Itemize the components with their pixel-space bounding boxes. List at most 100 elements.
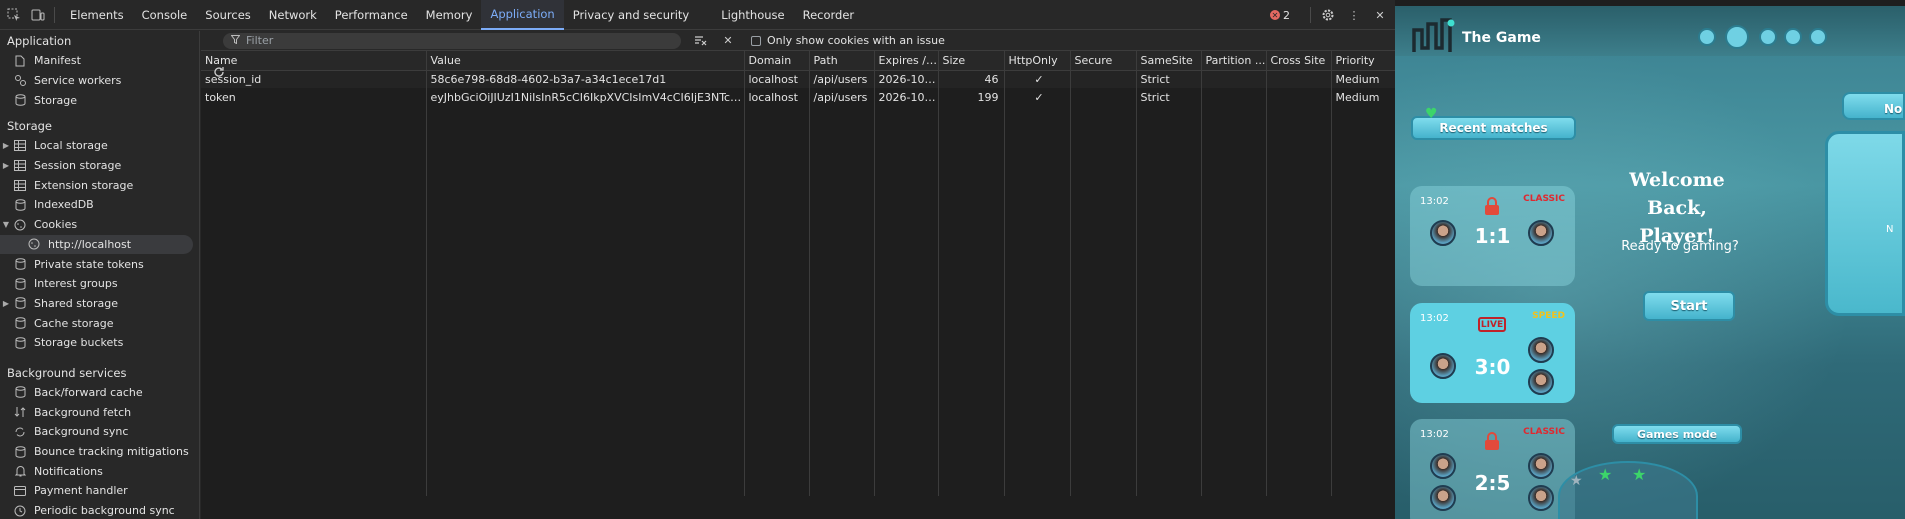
sidebar-item-session-storage[interactable]: ▶ Session storage bbox=[0, 156, 199, 176]
cookie-cell[interactable]: Medium bbox=[1331, 70, 1396, 88]
cookie-cell[interactable] bbox=[1266, 70, 1332, 88]
toolbar-divider bbox=[54, 6, 55, 23]
cookie-cell[interactable]: Strict bbox=[1136, 88, 1202, 106]
sidebar-item-cookie-origin[interactable]: http://localhost bbox=[0, 234, 193, 255]
cookie-cell[interactable]: Strict bbox=[1136, 70, 1202, 88]
tab-sources[interactable]: Sources bbox=[196, 0, 260, 30]
cookie-cell[interactable]: 2026-10-... bbox=[874, 70, 939, 88]
devtools-panel: Elements Console Sources Network Perform… bbox=[0, 0, 1396, 519]
cookie-cell[interactable]: ✓ bbox=[1004, 88, 1071, 106]
tab-application[interactable]: Application bbox=[481, 0, 564, 30]
cookie-cell[interactable] bbox=[1266, 88, 1332, 106]
more-options-icon[interactable]: ⋮ bbox=[1343, 4, 1365, 26]
column-header[interactable]: Path bbox=[809, 51, 875, 71]
sidebar-item-periodic-sync[interactable]: Periodic background sync bbox=[0, 501, 199, 519]
filter-funnel-icon bbox=[230, 34, 241, 47]
header-icon-button[interactable] bbox=[1759, 28, 1777, 46]
sidebar-item-interest-groups[interactable]: Interest groups bbox=[0, 274, 199, 294]
column-header[interactable]: Value bbox=[426, 51, 745, 71]
match-card[interactable]: 13:02 CLASSIC 1:1 bbox=[1410, 186, 1575, 286]
cookie-cell[interactable]: Medium bbox=[1331, 88, 1396, 106]
cookie-cell[interactable]: 46 bbox=[938, 70, 1005, 88]
filter-input[interactable] bbox=[246, 34, 666, 47]
column-header[interactable]: Priority bbox=[1331, 51, 1396, 71]
clear-all-cookies-icon[interactable] bbox=[691, 35, 709, 46]
expand-arrow-icon[interactable]: ▶ bbox=[0, 299, 12, 308]
tab-elements[interactable]: Elements bbox=[61, 0, 133, 30]
cookie-cell[interactable]: /api/users bbox=[809, 88, 875, 106]
header-icon-button[interactable] bbox=[1725, 25, 1749, 49]
header-icon-button[interactable] bbox=[1784, 28, 1802, 46]
expand-arrow-icon[interactable]: ▶ bbox=[0, 161, 12, 170]
sidebar-item-background-fetch[interactable]: Background fetch bbox=[0, 402, 199, 422]
cookie-cell[interactable] bbox=[1201, 70, 1267, 88]
close-devtools-icon[interactable]: ✕ bbox=[1369, 4, 1391, 26]
sidebar-item-cookies[interactable]: ▼ Cookies bbox=[0, 215, 199, 235]
cookie-cell[interactable]: /api/users bbox=[809, 70, 875, 88]
match-card-live[interactable]: 13:02 SPEED LIVE 3:0 bbox=[1410, 303, 1575, 403]
delete-selected-icon[interactable]: ✕ bbox=[719, 34, 737, 47]
column-header[interactable]: Expires / ... bbox=[874, 51, 939, 71]
error-count-badge[interactable]: ✕ 2 bbox=[1270, 9, 1290, 22]
match-card[interactable]: 13:02 CLASSIC 2:5 bbox=[1410, 419, 1575, 519]
column-header[interactable]: Domain bbox=[744, 51, 810, 71]
tab-network[interactable]: Network bbox=[260, 0, 326, 30]
filter-input-box[interactable] bbox=[223, 32, 681, 49]
sidebar-item-service-workers[interactable]: Service workers bbox=[0, 71, 199, 91]
column-header[interactable]: Secure bbox=[1070, 51, 1137, 71]
sidebar-item-bounce-tracking[interactable]: Bounce tracking mitigations bbox=[0, 442, 199, 462]
expand-arrow-icon[interactable]: ▶ bbox=[0, 141, 12, 150]
sidebar-item-background-sync[interactable]: Background sync bbox=[0, 422, 199, 442]
sidebar-item-back-forward-cache[interactable]: Back/forward cache bbox=[0, 383, 199, 403]
tab-lighthouse[interactable]: Lighthouse bbox=[712, 0, 793, 30]
tab-privacy-security[interactable]: Privacy and security bbox=[564, 0, 699, 30]
sidebar-item-local-storage[interactable]: ▶ Local storage bbox=[0, 136, 199, 156]
sidebar-item-notifications[interactable]: Notifications bbox=[0, 461, 199, 481]
cookie-cell[interactable] bbox=[1201, 88, 1267, 106]
cookie-cell[interactable]: 2026-10-... bbox=[874, 88, 939, 106]
column-header[interactable]: Partition ... bbox=[1201, 51, 1267, 71]
header-icon-button[interactable] bbox=[1698, 28, 1716, 46]
column-header[interactable]: SameSite bbox=[1136, 51, 1202, 71]
cookie-cell[interactable] bbox=[1070, 70, 1137, 88]
tab-console[interactable]: Console bbox=[133, 0, 197, 30]
refresh-icon[interactable] bbox=[209, 62, 229, 82]
table-row[interactable]: token eyJhbGciOiJIUzI1NiIsInR5cCI6IkpXVC… bbox=[201, 88, 1396, 106]
cookie-cell[interactable]: eyJhbGciOiJIUzI1NiIsInR5cCI6IkpXVCIsImV4… bbox=[426, 88, 745, 106]
sidebar-item-storage-buckets[interactable]: Storage buckets bbox=[0, 333, 199, 353]
settings-gear-icon[interactable] bbox=[1317, 4, 1339, 26]
sidebar-item-indexeddb[interactable]: IndexedDB bbox=[0, 195, 199, 215]
cookie-cell[interactable]: 199 bbox=[938, 88, 1005, 106]
cookie-cell[interactable]: session_id bbox=[201, 70, 427, 88]
cookie-filter-bar: ✕ Only show cookies with an issue bbox=[201, 31, 1395, 77]
sidebar-item-private-state-tokens[interactable]: Private state tokens bbox=[0, 254, 199, 274]
tab-memory[interactable]: Memory bbox=[417, 0, 482, 30]
only-issue-checkbox[interactable] bbox=[751, 35, 761, 46]
tab-recorder[interactable]: Recorder bbox=[794, 0, 864, 30]
cookie-cell[interactable] bbox=[1070, 88, 1137, 106]
sidebar-item-extension-storage[interactable]: Extension storage bbox=[0, 175, 199, 195]
cookie-cell[interactable]: localhost bbox=[744, 70, 810, 88]
sidebar-item-cache-storage[interactable]: Cache storage bbox=[0, 313, 199, 333]
column-header[interactable]: Name bbox=[201, 51, 427, 71]
only-issue-checkbox-row[interactable]: Only show cookies with an issue bbox=[751, 34, 945, 47]
sidebar-item-manifest[interactable]: Manifest bbox=[0, 51, 199, 71]
tab-performance[interactable]: Performance bbox=[326, 0, 417, 30]
cookie-cell[interactable]: token bbox=[201, 88, 427, 106]
sidebar-item-shared-storage[interactable]: ▶ Shared storage bbox=[0, 294, 199, 314]
cookie-cell[interactable]: ✓ bbox=[1004, 70, 1071, 88]
collapse-arrow-icon[interactable]: ▼ bbox=[0, 220, 12, 229]
sidebar-item-storage[interactable]: Storage bbox=[0, 90, 199, 110]
column-header[interactable]: HttpOnly bbox=[1004, 51, 1071, 71]
cookie-cell[interactable]: 58c6e798-68d8-4602-b3a7-a34c1ece17d1 bbox=[426, 70, 745, 88]
column-header[interactable]: Size bbox=[938, 51, 1005, 71]
inspect-element-icon[interactable] bbox=[4, 5, 24, 25]
sidebar-item-payment-handler[interactable]: Payment handler bbox=[0, 481, 199, 501]
start-button[interactable]: Start bbox=[1643, 291, 1735, 321]
cookie-cell[interactable]: localhost bbox=[744, 88, 810, 106]
header-icon-button[interactable] bbox=[1809, 28, 1827, 46]
table-row[interactable]: session_id 58c6e798-68d8-4602-b3a7-a34c1… bbox=[201, 70, 1396, 88]
device-toolbar-icon[interactable] bbox=[28, 5, 48, 25]
right-side-panel[interactable]: N bbox=[1825, 131, 1905, 316]
column-header[interactable]: Cross Site bbox=[1266, 51, 1332, 71]
